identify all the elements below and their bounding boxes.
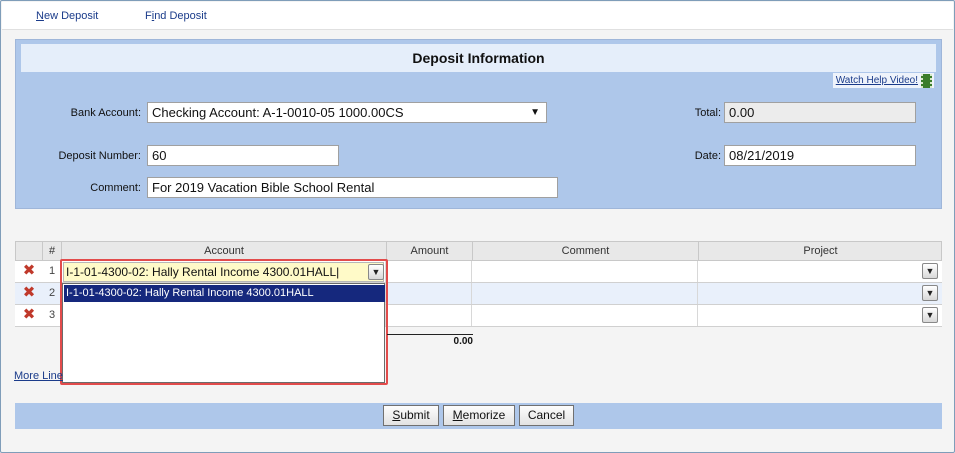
delete-icon[interactable]: ✖ <box>22 263 36 278</box>
chevron-down-icon[interactable]: ▼ <box>530 105 540 121</box>
amount-cell[interactable] <box>386 261 472 282</box>
row-number: 1 <box>48 265 56 277</box>
find-deposit-link[interactable]: Find Deposit <box>145 10 207 22</box>
date-label: Date: <box>694 150 721 162</box>
total-label: Total: <box>694 107 721 119</box>
header-amount: Amount <box>387 242 473 261</box>
app-window: New Deposit Find Deposit Deposit Informa… <box>0 0 955 453</box>
row-number: 2 <box>48 287 56 299</box>
amount-cell[interactable] <box>386 305 472 326</box>
watch-help-video-link[interactable]: Watch Help Video! <box>832 73 934 88</box>
total-field: 0.00 <box>724 102 916 123</box>
account-dropdown-list[interactable]: I-1-01-4300-02: Hally Rental Income 4300… <box>62 283 385 383</box>
comment-cell[interactable] <box>472 305 698 326</box>
header-comment: Comment <box>473 242 699 261</box>
chevron-down-icon[interactable]: ▼ <box>922 263 938 279</box>
delete-icon[interactable]: ✖ <box>22 307 36 322</box>
help-link-label[interactable]: Watch Help Video! <box>836 73 918 88</box>
amount-cell[interactable] <box>386 283 472 304</box>
date-input[interactable]: 08/21/2019 <box>724 145 916 166</box>
row-number: 3 <box>48 309 56 321</box>
comment-cell[interactable] <box>472 261 698 282</box>
header-account: Account <box>62 242 387 261</box>
grid-header: # Account Amount Comment Project <box>15 241 942 261</box>
panel-title: Deposit Information <box>21 44 936 72</box>
more-lines-link[interactable]: More Line <box>14 370 63 382</box>
chevron-down-icon[interactable]: ▼ <box>922 307 938 323</box>
deposit-info-panel: Deposit Information Watch Help Video! Ba… <box>15 39 942 209</box>
project-cell[interactable]: ▼ <box>698 283 941 304</box>
header-num: # <box>43 242 62 261</box>
deposit-number-input[interactable]: 60 <box>147 145 339 166</box>
top-nav: New Deposit Find Deposit <box>2 2 953 30</box>
dropdown-option[interactable]: I-1-01-4300-02: Hally Rental Income 4300… <box>64 285 385 302</box>
amount-total: 0.00 <box>387 334 473 347</box>
project-cell[interactable]: ▼ <box>698 305 941 326</box>
chevron-down-icon[interactable]: ▼ <box>922 285 938 301</box>
chevron-down-icon[interactable]: ▼ <box>368 264 384 280</box>
comment-input[interactable]: For 2019 Vacation Bible School Rental <box>147 177 558 198</box>
header-project: Project <box>803 245 838 257</box>
film-icon[interactable] <box>921 73 932 88</box>
new-deposit-link[interactable]: New Deposit <box>36 10 98 22</box>
project-cell[interactable]: ▼ <box>698 261 941 282</box>
bank-account-label: Bank Account: <box>70 107 141 119</box>
memorize-button[interactable]: Memorize <box>443 405 515 426</box>
deposit-number-label: Deposit Number: <box>58 150 141 162</box>
cancel-button[interactable]: Cancel <box>519 405 574 426</box>
submit-button[interactable]: Submit <box>383 405 439 426</box>
bank-account-select[interactable]: Checking Account: A-1-0010-05 1000.00CS … <box>147 102 547 123</box>
comment-label: Comment: <box>90 182 141 194</box>
bank-account-value: Checking Account: A-1-0010-05 1000.00CS <box>152 105 404 120</box>
comment-cell[interactable] <box>472 283 698 304</box>
account-combobox-input[interactable]: I-1-01-4300-02: Hally Rental Income 4300… <box>63 262 384 282</box>
delete-icon[interactable]: ✖ <box>22 285 36 300</box>
header-delete <box>16 242 43 261</box>
